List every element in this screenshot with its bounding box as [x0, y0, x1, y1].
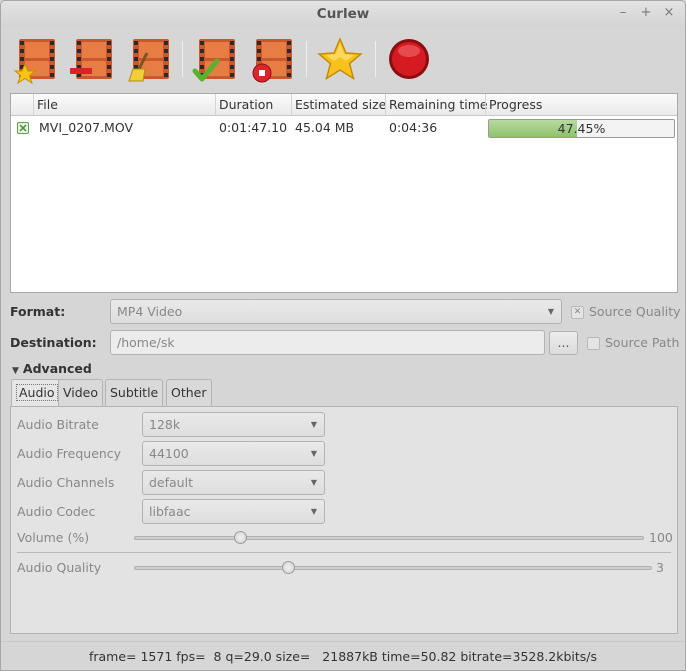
audio-quality-value: 3 — [656, 560, 664, 575]
audio-bitrate-combo[interactable]: 128k ▼ — [142, 412, 325, 437]
film-star-icon — [13, 39, 55, 85]
header-estimated-size[interactable]: Estimated size — [291, 94, 386, 115]
format-label: Format: — [10, 304, 66, 319]
stop-button[interactable] — [248, 35, 296, 85]
chevron-down-icon: ▼ — [310, 478, 318, 487]
audio-frequency-combo[interactable]: 44100 ▼ — [142, 441, 325, 466]
file-list-header: File Duration Estimated size Remaining t… — [11, 94, 677, 116]
audio-channels-combo[interactable]: default ▼ — [142, 470, 325, 495]
audio-codec-value: libfaac — [149, 504, 191, 519]
window-title: Curlew — [316, 6, 370, 22]
file-list[interactable]: File Duration Estimated size Remaining t… — [10, 93, 678, 293]
toolbar-separator — [375, 41, 376, 77]
source-quality-label: Source Quality — [589, 304, 681, 319]
table-row[interactable]: MVI_0207.MOV 0:01:47.10 45.04 MB 0:04:36… — [11, 117, 677, 139]
source-quality-checkbox[interactable]: ✕ — [571, 306, 584, 319]
triangle-down-icon: ▼ — [12, 366, 19, 376]
chevron-down-icon: ▼ — [310, 507, 318, 516]
row-checkbox[interactable] — [17, 122, 29, 134]
chevron-down-icon: ▼ — [310, 449, 318, 458]
divider — [17, 552, 671, 553]
convert-button[interactable] — [191, 35, 239, 85]
source-path-label: Source Path — [605, 335, 680, 350]
audio-frequency-label: Audio Frequency — [17, 446, 122, 461]
destination-label: Destination: — [10, 335, 97, 350]
audio-channels-label: Audio Channels — [17, 475, 115, 490]
audio-quality-slider[interactable] — [134, 566, 652, 570]
tab-other[interactable]: Other — [166, 379, 212, 406]
header-file[interactable]: File — [33, 94, 215, 115]
volume-slider[interactable] — [134, 536, 644, 540]
check-icon — [19, 124, 27, 132]
tab-subtitle[interactable]: Subtitle — [105, 379, 164, 406]
minimize-button[interactable]: – — [616, 6, 630, 20]
toolbar — [1, 27, 685, 91]
volume-label: Volume (%) — [17, 530, 90, 545]
title-bar: Curlew – + × — [1, 1, 685, 27]
maximize-button[interactable]: + — [639, 6, 653, 20]
cell-duration: 0:01:47.10 — [219, 120, 288, 135]
audio-quality-label: Audio Quality — [17, 560, 102, 575]
record-icon — [389, 39, 429, 79]
source-path-checkbox[interactable] — [587, 337, 600, 350]
toolbar-separator — [182, 41, 183, 77]
tab-audio[interactable]: Audio — [11, 379, 63, 407]
close-button[interactable]: × — [662, 6, 676, 20]
star-icon — [317, 37, 363, 81]
remove-file-button[interactable] — [68, 35, 116, 85]
audio-codec-combo[interactable]: libfaac ▼ — [142, 499, 325, 524]
header-check — [11, 94, 33, 115]
audio-bitrate-label: Audio Bitrate — [17, 417, 99, 432]
add-file-button[interactable] — [11, 35, 59, 85]
quit-button[interactable] — [385, 35, 433, 85]
film-stop-icon — [252, 39, 292, 83]
audio-tab-panel: Audio Bitrate 128k ▼ Audio Frequency 441… — [10, 406, 678, 634]
progress-text: 47.45% — [557, 121, 606, 136]
chevron-down-icon: ▼ — [547, 307, 555, 316]
status-bar: frame= 1571 fps= 8 q=29.0 size= 21887kB … — [1, 641, 685, 670]
header-duration[interactable]: Duration — [215, 94, 291, 115]
format-combo[interactable]: MP4 Video ▼ — [110, 299, 562, 324]
audio-codec-label: Audio Codec — [17, 504, 96, 519]
audio-frequency-value: 44100 — [149, 446, 189, 461]
destination-input[interactable]: /home/sk — [110, 330, 545, 355]
cell-estimated-size: 45.04 MB — [295, 120, 355, 135]
chevron-down-icon: ▼ — [310, 420, 318, 429]
toolbar-separator — [306, 41, 307, 77]
clear-list-button[interactable] — [125, 35, 173, 85]
header-remaining-time[interactable]: Remaining time — [385, 94, 488, 115]
cell-remaining-time: 0:04:36 — [389, 120, 438, 135]
advanced-expander[interactable]: ▼ Advanced — [12, 361, 92, 376]
audio-quality-slider-handle[interactable] — [282, 561, 296, 574]
preferences-button[interactable] — [316, 35, 364, 85]
film-broom-icon — [128, 39, 169, 82]
cell-file: MVI_0207.MOV — [39, 120, 134, 135]
film-minus-icon — [70, 39, 112, 79]
volume-slider-handle[interactable] — [234, 531, 248, 544]
film-check-icon — [192, 39, 235, 82]
progress-bar: 47.45% — [488, 119, 675, 138]
audio-bitrate-value: 128k — [149, 417, 181, 432]
browse-button[interactable]: ... — [549, 331, 578, 355]
volume-value: 100 — [649, 530, 673, 545]
curlew-window: Curlew – + × File Duration Estimated siz… — [0, 0, 686, 671]
tab-video[interactable]: Video — [58, 379, 104, 406]
advanced-label: Advanced — [22, 361, 92, 376]
format-value: MP4 Video — [117, 304, 183, 319]
header-progress[interactable]: Progress — [485, 94, 677, 115]
audio-channels-value: default — [149, 475, 193, 490]
